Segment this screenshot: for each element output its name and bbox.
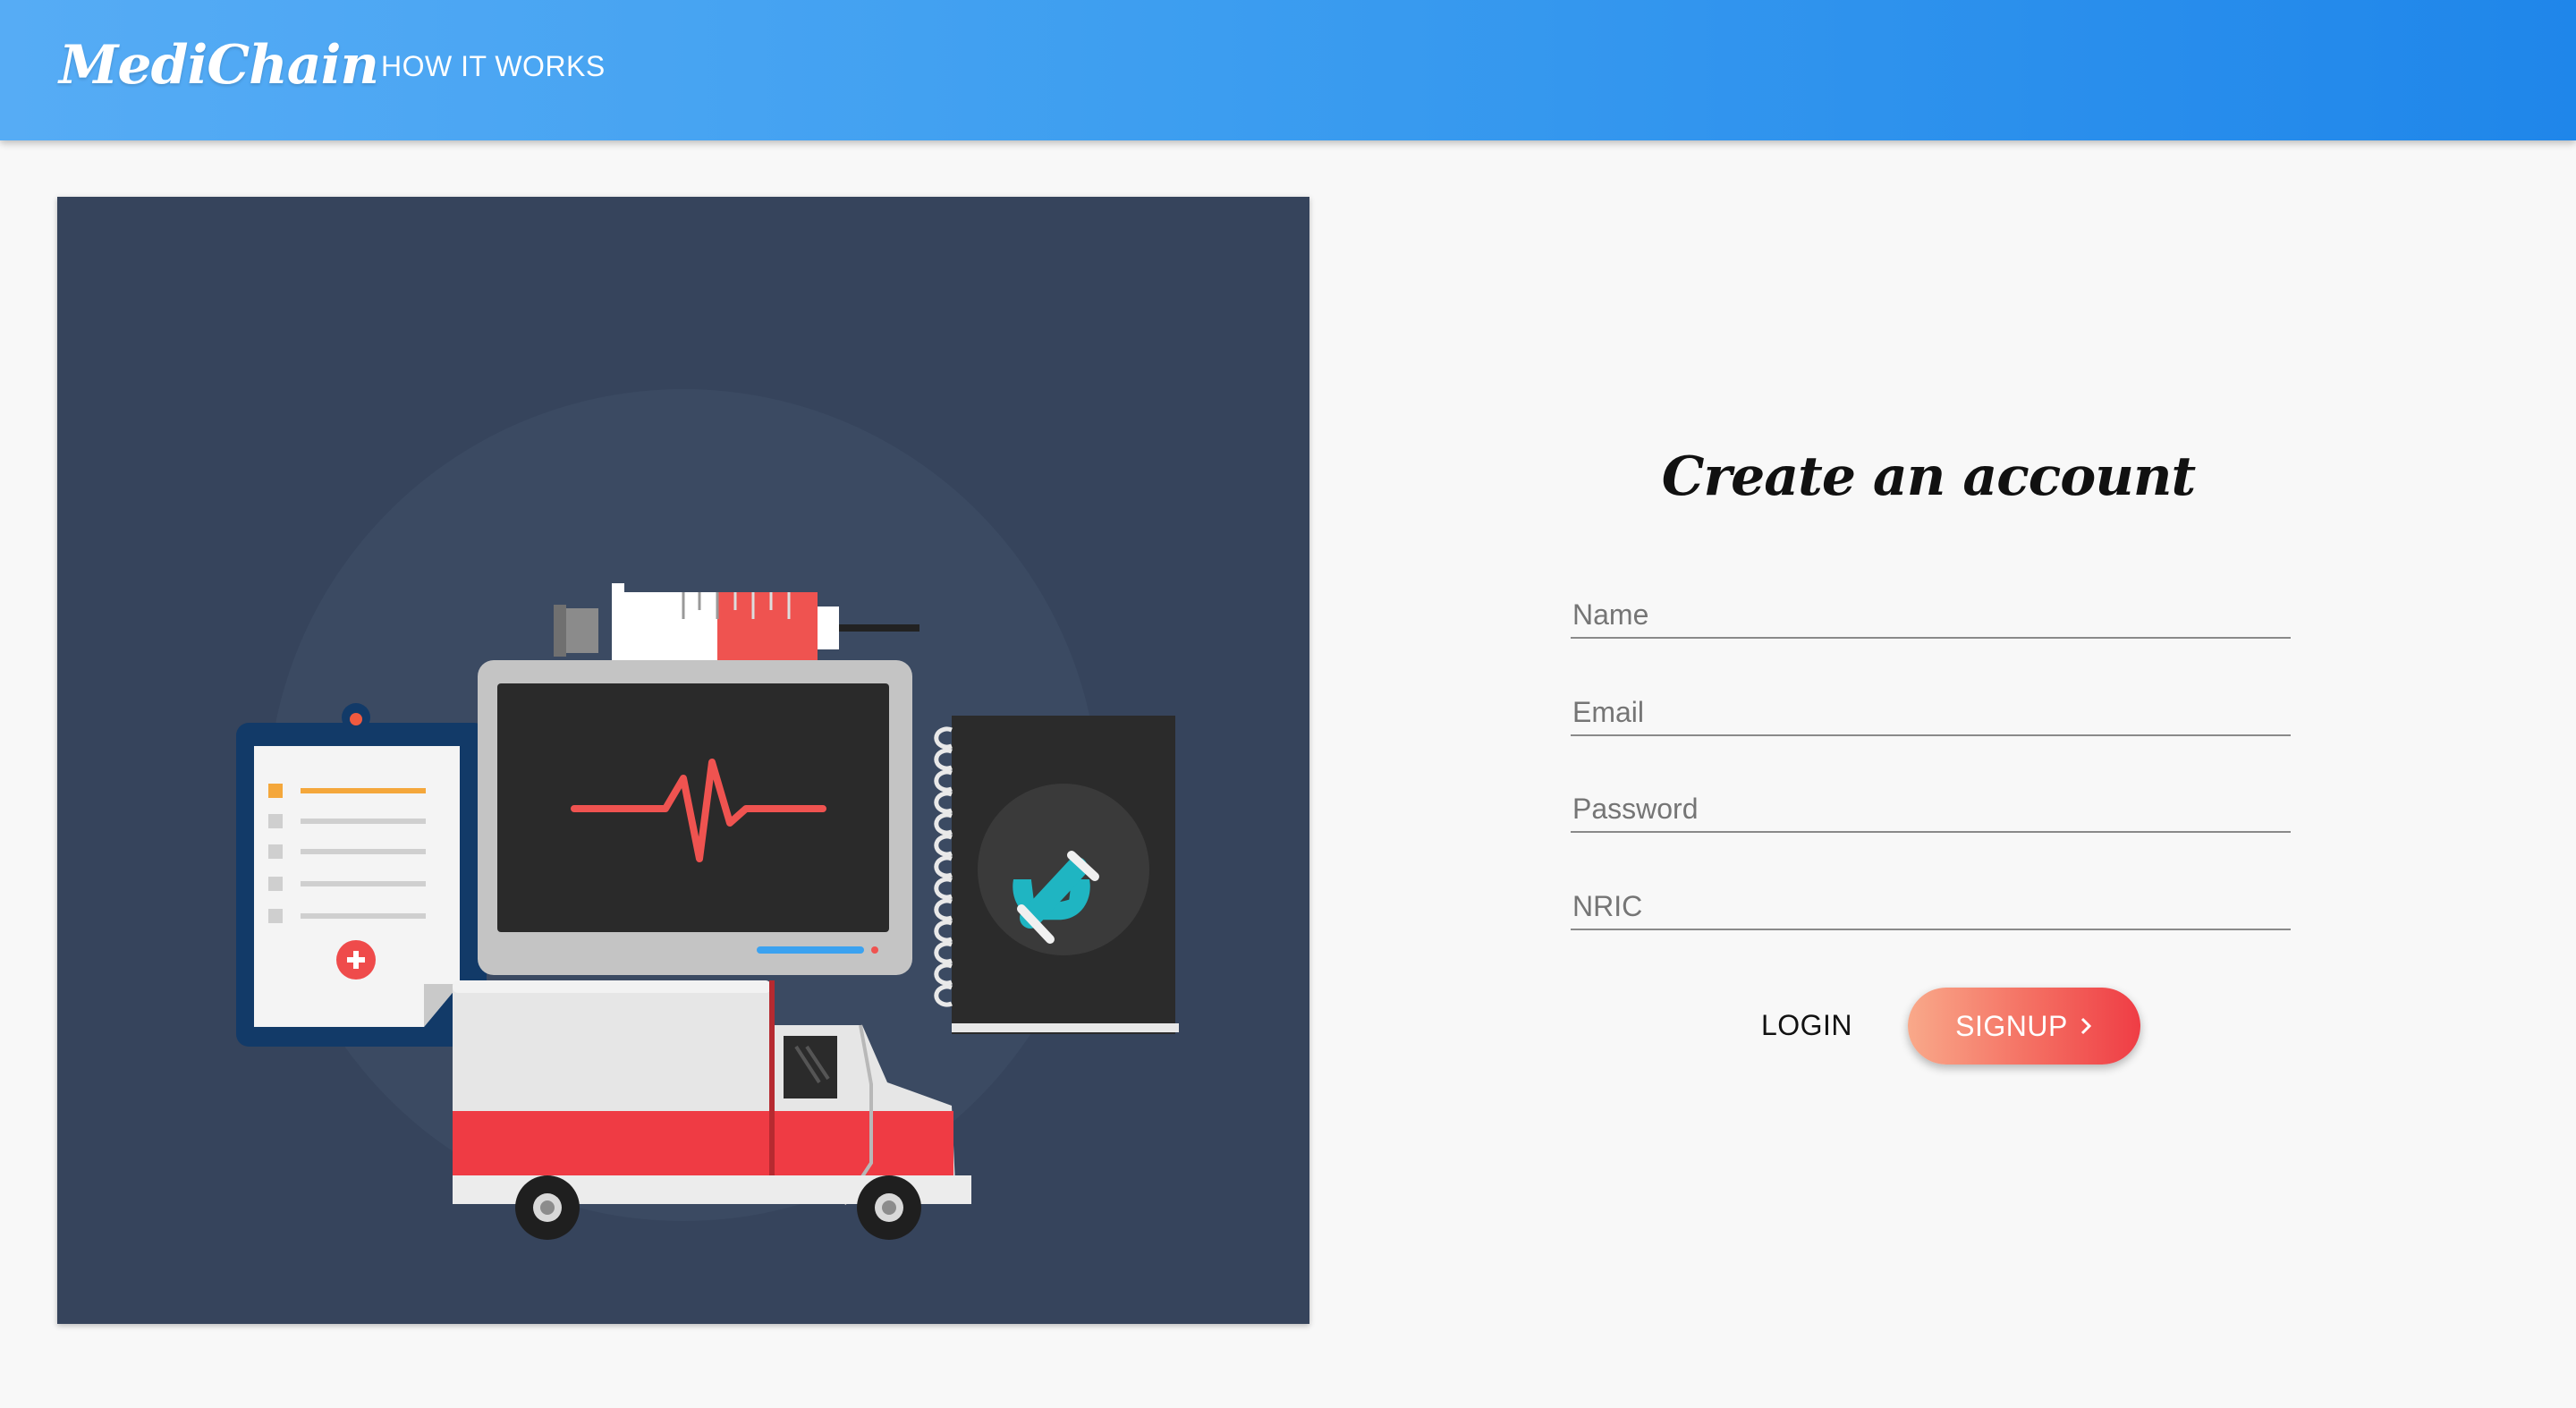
heart-monitor-icon [478,660,912,975]
password-input[interactable] [1572,793,2292,826]
signup-button[interactable]: SIGNUP [1908,988,2140,1064]
brand-logo[interactable]: MediChain [59,34,379,97]
hero-illustration [57,197,1309,1324]
email-field [1571,683,2292,736]
top-app-bar: MediChain HOW IT WORKS [0,0,2576,140]
password-field [1571,779,2292,833]
nric-field [1571,877,2292,930]
nav-link-how-it-works[interactable]: HOW IT WORKS [381,50,606,83]
form-title: Create an account [1661,445,2197,508]
nric-input[interactable] [1572,890,2292,923]
clipboard-icon [236,703,487,1047]
name-input[interactable] [1572,598,2292,632]
chevron-right-icon [2079,1014,2093,1041]
email-input[interactable] [1572,696,2292,729]
name-field [1571,585,2292,639]
signup-button-label: SIGNUP [1955,1009,2068,1042]
login-button[interactable]: LOGIN [1744,993,1869,1056]
phone-book-icon [934,716,1179,1034]
